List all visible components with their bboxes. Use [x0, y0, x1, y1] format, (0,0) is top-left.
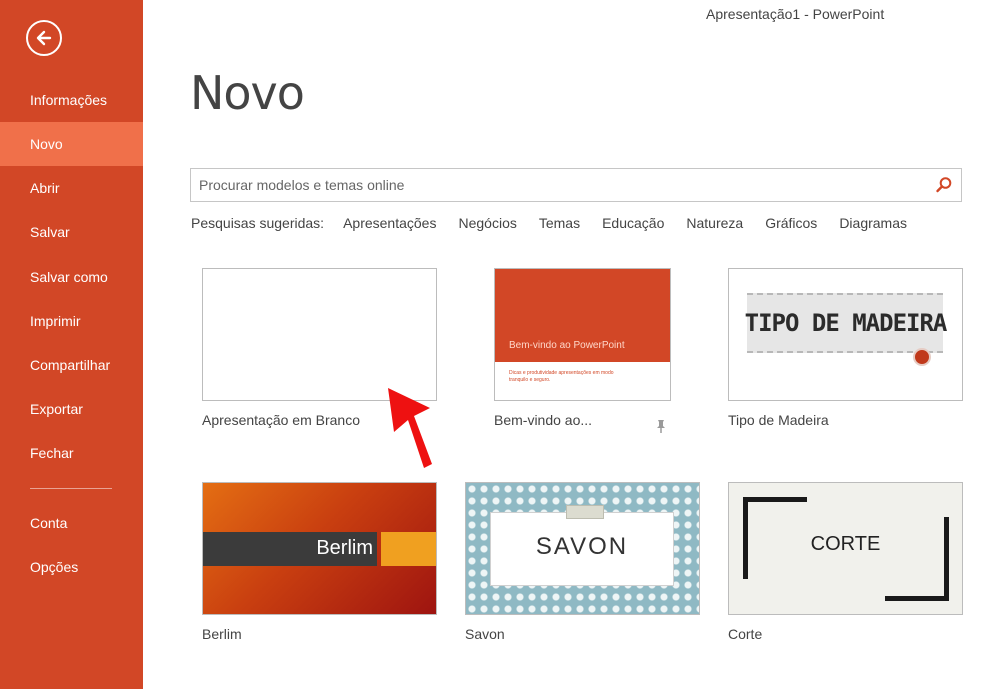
backstage-sidebar: Informações Novo Abrir Salvar Salvar com…: [0, 0, 143, 689]
template-label: Tipo de Madeira: [728, 412, 829, 428]
template-thumbnail[interactable]: TIPO DE MADEIRA: [728, 268, 963, 401]
wax-seal-icon: [913, 348, 931, 366]
suggested-link-educacao[interactable]: Educação: [602, 215, 664, 231]
nav-novo[interactable]: Novo: [0, 122, 143, 166]
nav-divider: [30, 488, 112, 489]
suggested-link-natureza[interactable]: Natureza: [686, 215, 743, 231]
thumb-title: SAVON: [535, 533, 629, 560]
suggested-link-diagramas[interactable]: Diagramas: [839, 215, 907, 231]
template-thumbnail[interactable]: Berlim: [202, 482, 437, 615]
thumb-subtitle: Dicas e produtividade apresentações em m…: [509, 370, 614, 383]
nav-compartilhar[interactable]: Compartilhar: [0, 343, 143, 387]
template-thumbnail[interactable]: CORTE: [728, 482, 963, 615]
search-input[interactable]: [191, 176, 931, 194]
template-thumbnail[interactable]: Bem-vindo ao PowerPoint Dicas e produtiv…: [494, 268, 671, 401]
template-thumbnail[interactable]: [202, 268, 437, 401]
window-title: Apresentação1 - PowerPoint: [706, 6, 885, 22]
suggested-link-negocios[interactable]: Negócios: [458, 215, 516, 231]
nav-abrir[interactable]: Abrir: [0, 166, 143, 210]
nav-opcoes[interactable]: Opções: [0, 545, 143, 589]
thumb-title: TIPO DE MADEIRA: [744, 309, 948, 337]
nav-fechar[interactable]: Fechar: [0, 431, 143, 475]
template-label: Berlim: [202, 626, 242, 642]
suggested-label: Pesquisas sugeridas:: [191, 215, 325, 231]
template-label: Bem-vindo ao...: [494, 412, 593, 428]
search-box: [190, 168, 962, 202]
nav-salvar-como[interactable]: Salvar como: [0, 255, 143, 299]
thumb-title: Berlim: [316, 537, 373, 559]
thumb-title: Bem-vindo ao PowerPoint: [509, 340, 625, 351]
suggested-searches: Pesquisas sugeridas: Apresentações Negóc…: [191, 215, 929, 231]
back-arrow-icon: [36, 30, 52, 46]
search-icon[interactable]: [931, 172, 957, 198]
back-button[interactable]: [26, 20, 62, 56]
template-label: Corte: [728, 626, 763, 642]
page-title: Novo: [190, 66, 305, 120]
annotation-arrow-icon: [388, 388, 432, 468]
suggested-link-graficos[interactable]: Gráficos: [765, 215, 817, 231]
nav-salvar[interactable]: Salvar: [0, 210, 143, 254]
nav-exportar[interactable]: Exportar: [0, 387, 143, 431]
nav-conta[interactable]: Conta: [0, 501, 143, 545]
suggested-link-apresentacoes[interactable]: Apresentações: [343, 215, 436, 231]
suggested-link-temas[interactable]: Temas: [539, 215, 580, 231]
template-label: Savon: [465, 626, 505, 642]
nav-imprimir[interactable]: Imprimir: [0, 299, 143, 343]
nav-informacoes[interactable]: Informações: [0, 78, 143, 122]
pin-icon[interactable]: [654, 418, 668, 434]
template-thumbnail[interactable]: SAVON: [465, 482, 700, 615]
template-label: Apresentação em Branco: [202, 412, 360, 428]
thumb-title: CORTE: [810, 533, 881, 555]
